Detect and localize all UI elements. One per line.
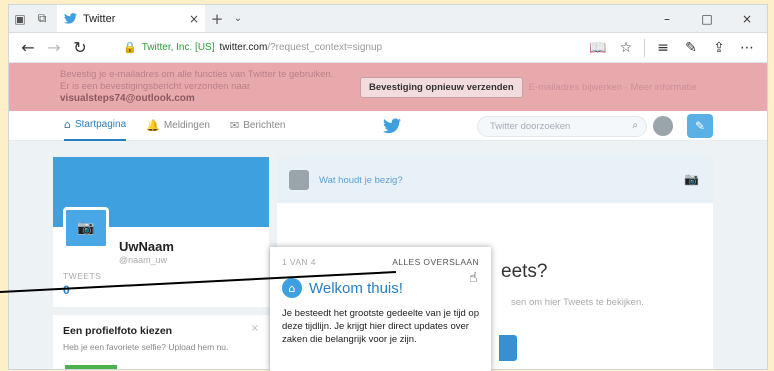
quill-icon: ✎: [694, 119, 706, 133]
profile-name[interactable]: UwNaam: [119, 239, 174, 254]
composer-input[interactable]: Wat houdt je bezig?: [319, 175, 403, 186]
skip-all-link[interactable]: ALLES OVERSLAAN: [392, 257, 479, 267]
maximize-button[interactable]: □: [687, 5, 727, 32]
dialog-title-row: ⌂ Welkom thuis!: [282, 278, 479, 298]
composer-avatar: [289, 170, 309, 190]
empty-state-subtitle: sen om hier Tweets te bekijken.: [511, 297, 644, 308]
compose-tweet-button[interactable]: ✎: [687, 114, 713, 138]
browser-tab[interactable]: Twitter ×: [57, 5, 205, 32]
dialog-header: 1 VAN 4 ALLES OVERSLAAN: [282, 257, 479, 267]
reading-view-icon[interactable]: 📖: [584, 40, 612, 56]
camera-icon[interactable]: 📷: [684, 172, 699, 186]
tweets-stat-count[interactable]: 0: [63, 283, 70, 297]
profile-card: 📷 UwNaam @naam_uw TWEETS 0: [53, 157, 269, 307]
envelope-icon: ✉: [230, 119, 240, 132]
nav-notifications[interactable]: 🔔 Meldingen: [146, 119, 210, 132]
email-verification-banner: Bevestig je e-mailadres om alle functies…: [9, 63, 767, 111]
step-counter: 1 VAN 4: [282, 257, 316, 267]
url-host: twitter.com: [219, 42, 268, 53]
twitter-search-input[interactable]: Twitter doorzoeken ⌕: [477, 116, 647, 137]
tweet-composer[interactable]: Wat houdt je bezig? 📷: [277, 157, 713, 203]
bell-icon: 🔔: [146, 119, 160, 132]
hand-cursor-icon: ☝: [469, 270, 478, 286]
url-text: twitter.com/?request_context=signup: [220, 42, 383, 53]
set-aside-tabs-icon[interactable]: ⧉: [31, 5, 53, 32]
lock-icon: 🔒: [123, 41, 137, 54]
hub-icon[interactable]: ≡: [649, 40, 677, 56]
nav-home-label: Startpagina: [74, 119, 127, 130]
twitter-logo-icon[interactable]: [383, 118, 401, 134]
close-window-button[interactable]: ×: [727, 5, 767, 32]
nav-home[interactable]: ⌂ Startpagina: [64, 111, 127, 141]
banner-message: Bevestig je e-mailadres om alle functies…: [60, 69, 340, 105]
url-field[interactable]: 🔒 Twitter, Inc. [US] twitter.com/?reques…: [123, 41, 584, 54]
tab-preview-icon[interactable]: ▣: [9, 5, 31, 32]
url-path: /?request_context=signup: [267, 42, 383, 53]
title-bar-drag-area[interactable]: [247, 5, 647, 32]
title-bar: ▣ ⧉ Twitter × + ⌄ – □ ×: [9, 5, 767, 33]
tab-close-icon[interactable]: ×: [189, 12, 199, 26]
resend-confirmation-button[interactable]: Bevestiging opnieuw verzenden: [360, 76, 523, 98]
nav-messages-label: Berichten: [243, 120, 286, 131]
address-bar-actions: 📖 ☆ ≡ ✎ ⇪ ⋯: [584, 38, 761, 57]
tip-subtitle: Heb je een favoriete selfie? Upload hem …: [63, 342, 229, 352]
empty-state-title: eets?: [501, 261, 548, 282]
home-icon: ⌂: [64, 118, 71, 131]
toolbar-divider: [644, 38, 645, 57]
profile-handle[interactable]: @naam_uw: [119, 255, 167, 265]
home-icon: ⌂: [282, 278, 302, 298]
new-tab-button[interactable]: +: [205, 5, 229, 32]
twitter-bird-icon: [63, 12, 77, 26]
empty-state-button[interactable]: [499, 335, 517, 361]
web-note-icon[interactable]: ✎: [677, 40, 705, 56]
upload-photo-button[interactable]: [65, 365, 117, 369]
favorite-star-icon[interactable]: ☆: [612, 40, 640, 56]
dialog-title: Welkom thuis!: [309, 279, 403, 297]
search-placeholder: Twitter doorzoeken: [490, 121, 571, 132]
camera-icon: 📷: [77, 220, 95, 236]
banner-links[interactable]: E-mailadres bijwerken · Meer informatie: [529, 82, 697, 93]
banner-text: Bevestig je e-mailadres om alle functies…: [60, 69, 334, 92]
tip-close-icon[interactable]: ×: [251, 323, 259, 334]
tab-list-chevron-icon[interactable]: ⌄: [229, 5, 247, 32]
nav-notifications-label: Meldingen: [163, 120, 210, 131]
more-options-icon[interactable]: ⋯: [733, 40, 761, 56]
forward-arrow-icon[interactable]: →: [41, 38, 67, 57]
profile-avatar[interactable]: 📷: [63, 207, 109, 249]
share-icon[interactable]: ⇪: [705, 40, 733, 56]
back-arrow-icon[interactable]: ←: [15, 38, 41, 57]
tab-title: Twitter: [83, 12, 116, 25]
tip-title: Een profielfoto kiezen: [63, 325, 173, 337]
nav-messages[interactable]: ✉ Berichten: [230, 119, 285, 132]
minimize-button[interactable]: –: [647, 5, 687, 32]
refresh-icon[interactable]: ↻: [67, 38, 93, 57]
address-bar: ← → ↻ 🔒 Twitter, Inc. [US] twitter.com/?…: [9, 33, 767, 63]
dialog-body: Je besteedt het grootste gedeelte van je…: [282, 308, 479, 345]
profile-photo-tip: Een profielfoto kiezen Heb je een favori…: [53, 315, 269, 369]
account-avatar[interactable]: [653, 116, 673, 136]
site-identity[interactable]: Twitter, Inc. [US]: [142, 42, 215, 53]
search-icon[interactable]: ⌕: [632, 120, 638, 131]
banner-email: visualsteps74@outlook.com: [60, 93, 195, 104]
tweets-stat-label[interactable]: TWEETS: [63, 271, 101, 281]
welcome-tooltip-dialog: 1 VAN 4 ALLES OVERSLAAN ⌂ Welkom thuis! …: [270, 247, 491, 371]
twitter-navbar: ⌂ Startpagina 🔔 Meldingen ✉ Berichten Tw…: [9, 111, 767, 141]
